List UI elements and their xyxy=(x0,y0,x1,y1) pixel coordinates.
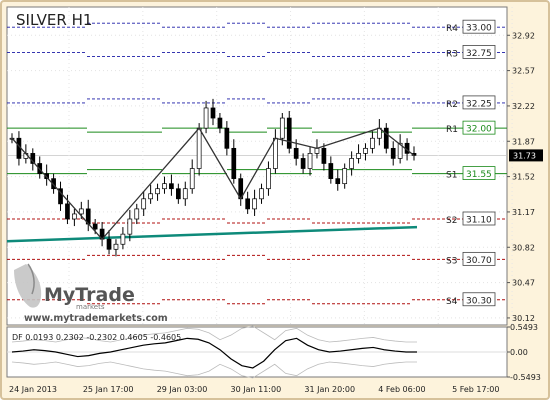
level-name-s2: S2 xyxy=(446,216,457,226)
candle-body xyxy=(383,127,389,149)
x-tick-label: 24 Jan 2013 xyxy=(9,385,57,394)
candle-body xyxy=(300,158,306,169)
chart-frame: R4 33.00 R3 32.75 R2 32.25 R1 32.00 S1 31.55 S2 31.… xyxy=(0,0,550,400)
candle-body xyxy=(363,147,368,154)
logo-tagline: markets xyxy=(76,303,105,311)
candle-body xyxy=(189,168,195,190)
indicator-label: DF 0.0193 0.2302 -0.2302 0.4605 -0.4605 xyxy=(12,333,181,342)
y-tick-label: 31.87 xyxy=(512,137,535,146)
x-tick-label: 5 Feb 17:00 xyxy=(452,385,499,394)
candle-body xyxy=(196,127,202,169)
level-value-s4: 30.30 xyxy=(466,296,492,306)
y-tick-label: 32.57 xyxy=(512,67,535,76)
candle-body xyxy=(293,147,299,159)
candle-body xyxy=(134,208,140,220)
level-name-r1: R1 xyxy=(446,125,458,135)
candle-body xyxy=(390,147,396,159)
candle-body xyxy=(92,223,98,230)
candle-body xyxy=(273,137,278,169)
candle-body xyxy=(335,178,341,185)
chart-title: SILVER H1 xyxy=(16,11,92,29)
indicator-tick-label: 0.00 xyxy=(510,348,528,357)
candle-body xyxy=(286,117,292,149)
level-value-r2: 32.25 xyxy=(466,99,492,109)
candle-body xyxy=(321,147,327,164)
level-value-s1: 31.55 xyxy=(466,170,492,180)
candle-body xyxy=(78,208,84,215)
candle-body xyxy=(349,158,354,169)
x-tick-label: 30 Jan 11:00 xyxy=(231,385,282,394)
candle-body xyxy=(141,198,147,210)
candle-body xyxy=(252,198,257,210)
candle-body xyxy=(65,203,70,220)
candle-body xyxy=(210,107,216,119)
candle-body xyxy=(162,183,167,190)
x-tick-label: 31 Jan 20:00 xyxy=(304,385,355,394)
level-name-s3: S3 xyxy=(446,256,457,266)
candle-body xyxy=(370,137,375,149)
candle-body xyxy=(356,153,361,159)
y-tick-label: 32.92 xyxy=(512,31,535,40)
level-value-s2: 31.10 xyxy=(466,216,492,226)
candle-body xyxy=(245,198,251,210)
x-tick-label: 4 Feb 06:00 xyxy=(378,385,425,394)
price-chart: R4 33.00 R3 32.75 R2 32.25 R1 32.00 S1 31.55 S2 31.… xyxy=(6,6,543,394)
logo-url: www.mytrademarkets.com xyxy=(24,313,168,324)
candle-body xyxy=(217,117,223,129)
candle-body xyxy=(175,188,181,200)
y-tick-label: 30.12 xyxy=(512,314,535,323)
y-tick-label: 31.52 xyxy=(512,173,535,182)
y-tick-label: 31.17 xyxy=(512,208,535,217)
level-name-r4: R4 xyxy=(446,24,458,34)
candle-body xyxy=(314,147,320,154)
current-price-label: 31.73 xyxy=(513,151,536,160)
level-value-s3: 30.70 xyxy=(466,256,492,266)
candle-body xyxy=(231,147,237,179)
candle-body xyxy=(203,107,209,129)
x-tick-label: 29 Jan 03:00 xyxy=(157,385,208,394)
candle-body xyxy=(113,243,119,250)
level-value-r3: 32.75 xyxy=(466,49,492,59)
y-tick-label: 30.82 xyxy=(512,243,535,252)
candle-body xyxy=(328,163,334,179)
candle-body xyxy=(169,183,174,190)
level-value-r4: 33.00 xyxy=(466,24,492,34)
candle-body xyxy=(224,127,230,149)
candle-body xyxy=(72,213,77,220)
candle-body xyxy=(259,188,264,200)
y-tick-label: 32.22 xyxy=(512,102,535,111)
candle-body xyxy=(279,117,285,139)
candle-body xyxy=(266,168,271,190)
indicator-tick-label: 0.5493 xyxy=(510,323,538,332)
indicator-tick-label: -0.5493 xyxy=(510,373,541,382)
candle-body xyxy=(106,238,112,250)
y-tick-label: 30.47 xyxy=(512,279,535,288)
level-value-r1: 32.00 xyxy=(466,125,492,135)
level-name-s4: S4 xyxy=(446,297,458,307)
candle-body xyxy=(155,188,160,195)
candle-body xyxy=(127,218,133,235)
candle-body xyxy=(307,153,313,169)
level-name-r2: R2 xyxy=(446,100,458,110)
price-pane xyxy=(6,6,508,326)
level-name-r3: R3 xyxy=(446,49,458,59)
candle-body xyxy=(148,193,153,200)
candle-body xyxy=(342,168,348,185)
candle-body xyxy=(120,233,126,245)
x-tick-label: 25 Jan 17:00 xyxy=(83,385,134,394)
level-name-s1: S1 xyxy=(446,171,457,181)
candle-body xyxy=(182,188,188,200)
